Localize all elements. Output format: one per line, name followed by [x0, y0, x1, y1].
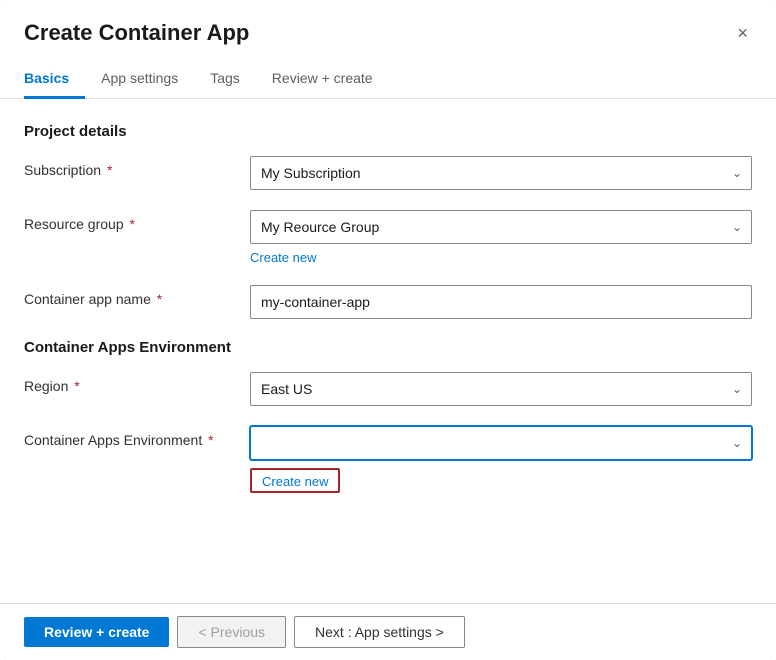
container-app-name-row: Container app name *	[24, 285, 752, 319]
environment-create-new-wrapper: Create new	[250, 468, 752, 493]
environment-select-wrapper: ⌄	[250, 426, 752, 460]
project-details-section: Project details Subscription * My Subscr…	[24, 123, 752, 319]
resource-group-label: Resource group	[24, 216, 124, 232]
region-select[interactable]: East US	[250, 372, 752, 406]
tab-bar: Basics App settings Tags Review + create	[0, 46, 776, 99]
dialog-title: Create Container App	[24, 20, 249, 46]
project-details-title: Project details	[24, 123, 752, 140]
environment-required: *	[208, 432, 213, 448]
environment-label: Container Apps Environment	[24, 432, 202, 448]
subscription-label: Subscription	[24, 162, 101, 178]
container-app-name-input[interactable]	[250, 285, 752, 319]
region-select-wrapper: East US ⌄	[250, 372, 752, 406]
dialog-header: Create Container App ×	[0, 0, 776, 46]
subscription-select[interactable]: My Subscription	[250, 156, 752, 190]
dialog-body: Project details Subscription * My Subscr…	[0, 99, 776, 603]
create-container-app-dialog: Create Container App × Basics App settin…	[0, 0, 776, 660]
environment-create-new-link[interactable]: Create new	[262, 474, 328, 489]
environment-select[interactable]	[250, 426, 752, 460]
subscription-row: Subscription * My Subscription ⌄	[24, 156, 752, 190]
previous-button[interactable]: < Previous	[177, 616, 286, 648]
resource-group-create-new-link[interactable]: Create new	[250, 250, 752, 265]
subscription-required: *	[107, 162, 112, 178]
close-button[interactable]: ×	[733, 20, 752, 46]
container-apps-env-title: Container Apps Environment	[24, 339, 752, 356]
region-row: Region * East US ⌄	[24, 372, 752, 406]
tab-tags[interactable]: Tags	[194, 62, 256, 99]
tab-app-settings[interactable]: App settings	[85, 62, 194, 99]
resource-group-select-wrapper: My Reource Group ⌄	[250, 210, 752, 244]
review-create-button[interactable]: Review + create	[24, 617, 169, 647]
subscription-select-wrapper: My Subscription ⌄	[250, 156, 752, 190]
tab-basics[interactable]: Basics	[24, 62, 85, 99]
container-apps-env-section: Container Apps Environment Region * East…	[24, 339, 752, 493]
next-button[interactable]: Next : App settings >	[294, 616, 465, 648]
container-app-name-label: Container app name	[24, 291, 151, 307]
environment-create-new-box: Create new	[250, 468, 340, 493]
region-label: Region	[24, 378, 68, 394]
container-app-name-required: *	[157, 291, 162, 307]
tab-review-create[interactable]: Review + create	[256, 62, 389, 99]
region-required: *	[74, 378, 79, 394]
dialog-footer: Review + create < Previous Next : App se…	[0, 603, 776, 660]
resource-group-required: *	[130, 216, 135, 232]
resource-group-select[interactable]: My Reource Group	[250, 210, 752, 244]
environment-row: Container Apps Environment * ⌄ Create ne…	[24, 426, 752, 493]
resource-group-row: Resource group * My Reource Group ⌄ Crea…	[24, 210, 752, 265]
